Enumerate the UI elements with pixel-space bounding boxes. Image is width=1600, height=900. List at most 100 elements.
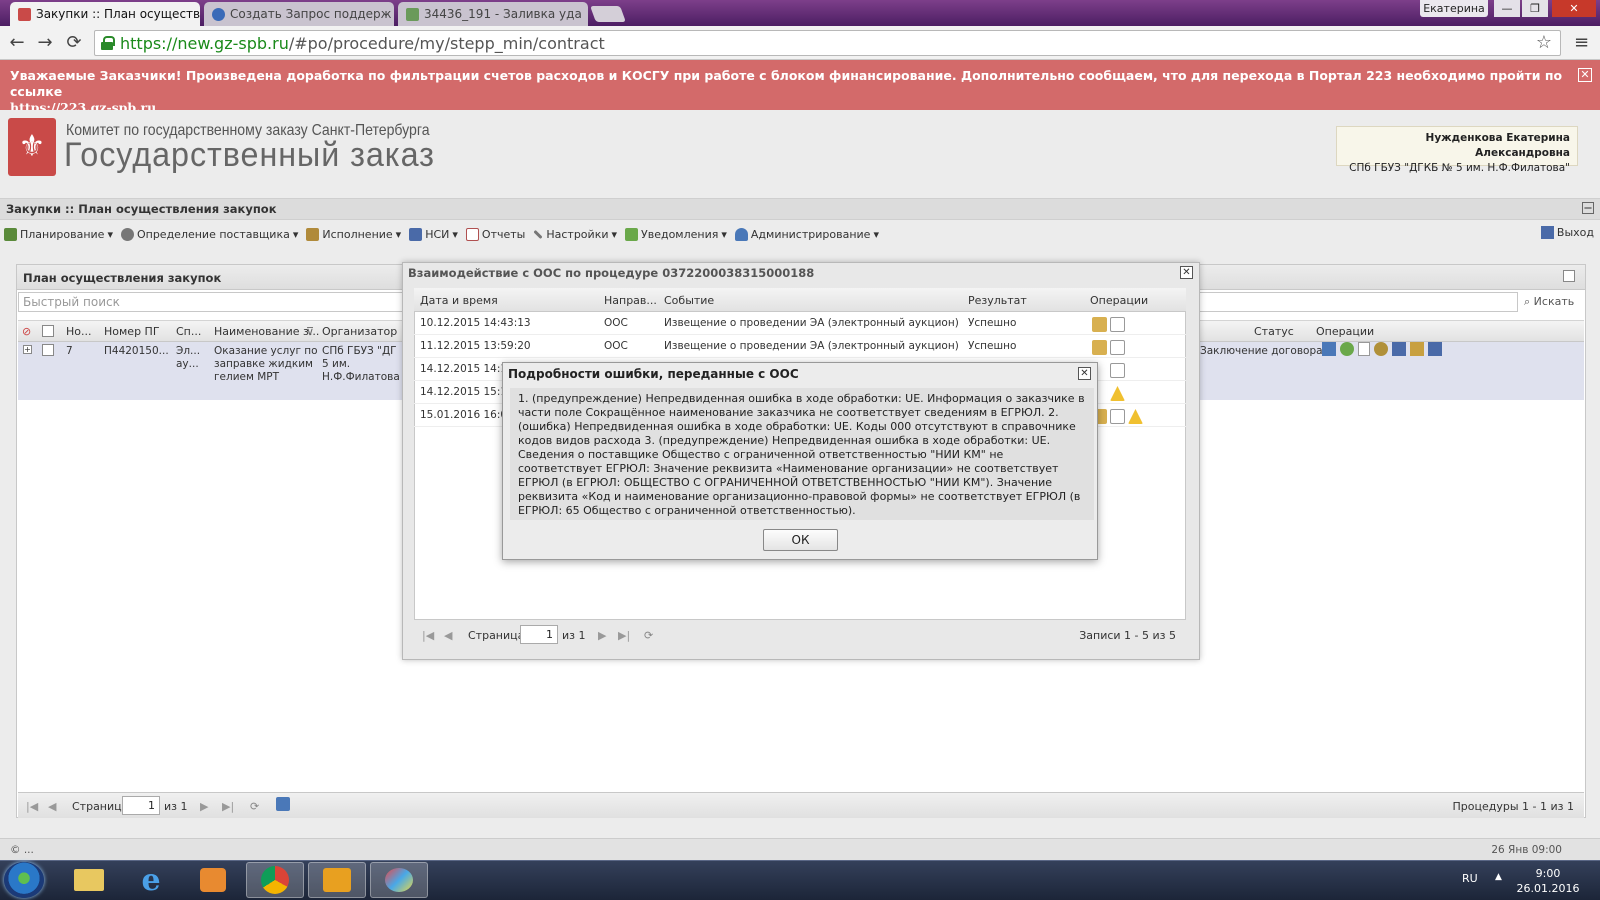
exit-icon — [1540, 226, 1554, 239]
paint-icon[interactable] — [370, 862, 428, 898]
col-num[interactable]: Но... — [66, 325, 92, 338]
notice-banner: Уважаемые Заказчики! Произведена доработ… — [0, 60, 1600, 115]
user-box[interactable]: Нужденкова Екатерина Александровна СПб Г… — [1336, 126, 1578, 174]
ok-button[interactable]: ОК — [763, 529, 838, 551]
error-dialog-close-button[interactable]: ✕ — [1078, 367, 1091, 380]
status-footer: © ... 26 Янв 09:00 — [0, 838, 1600, 860]
browser-tab-support[interactable]: Создать Запрос поддерж ✕ — [204, 2, 394, 26]
bookmark-star-icon[interactable]: ☆ — [1536, 32, 1552, 53]
menu-item-nsi[interactable]: НСИ ▾ — [409, 227, 458, 241]
footer-copyright: © ... — [10, 844, 34, 856]
col-organizer[interactable]: Организатор — [322, 325, 397, 338]
start-button[interactable] — [4, 862, 44, 898]
exit-button[interactable]: Выход — [1540, 226, 1594, 239]
back-button[interactable]: ← — [6, 33, 28, 53]
last-page-icon[interactable]: ▶| — [618, 629, 630, 642]
row-checkbox[interactable] — [42, 344, 54, 356]
ie-icon[interactable]: e — [122, 862, 180, 898]
col-pg-number[interactable]: Номер ПГ — [104, 325, 160, 338]
col-datetime[interactable]: Дата и время — [420, 294, 498, 307]
document-icon[interactable] — [1110, 340, 1125, 355]
chart-icon[interactable] — [1322, 342, 1336, 356]
document-icon[interactable] — [1110, 363, 1125, 378]
col-direction[interactable]: Направ... — [604, 294, 657, 307]
collapse-icon[interactable]: — — [1582, 202, 1594, 214]
browser-tab-task[interactable]: 34436_191 - Заливка уда ✕ — [398, 2, 588, 26]
columns-icon[interactable] — [1428, 342, 1442, 356]
next-page-icon[interactable]: ▶ — [200, 800, 208, 813]
minimize-button[interactable]: — — [1494, 0, 1520, 17]
window-close-button[interactable]: ✕ — [1552, 0, 1596, 17]
outlook-icon[interactable] — [308, 862, 366, 898]
explorer-icon[interactable] — [60, 862, 118, 898]
col-name[interactable]: Наименование з... — [214, 325, 319, 338]
col-operations[interactable]: Операции — [1316, 325, 1374, 338]
col-status[interactable]: Статус — [1254, 325, 1294, 338]
tab-title: Создать Запрос поддерж — [230, 7, 392, 21]
menu-item-settings[interactable]: Настройки ▾ — [533, 228, 617, 241]
forward-button[interactable]: → — [34, 33, 56, 53]
save-icon[interactable] — [276, 797, 290, 811]
menu-item-supplier[interactable]: Определение поставщика ▾ — [120, 227, 298, 241]
grid-icon[interactable] — [1392, 342, 1406, 356]
refresh-icon[interactable]: ⟳ — [250, 800, 259, 813]
search-button[interactable]: ⌕ Искать — [1524, 295, 1574, 309]
first-page-icon[interactable]: |◀ — [422, 629, 434, 642]
execution-icon — [306, 227, 320, 241]
document-icon[interactable] — [1358, 342, 1370, 356]
menu-item-notifications[interactable]: Уведомления ▾ — [625, 227, 727, 241]
package-icon[interactable] — [1092, 340, 1107, 355]
emblem-icon[interactable] — [1374, 342, 1388, 356]
tab-title: Закупки :: План осуществ — [36, 7, 200, 21]
next-page-icon[interactable]: ▶ — [598, 629, 606, 642]
warning-icon[interactable] — [1128, 409, 1143, 424]
page-input[interactable]: 1 — [520, 625, 558, 644]
notification-icon — [625, 227, 639, 241]
col-event[interactable]: Событие — [664, 294, 714, 307]
menu-item-admin[interactable]: Администрирование ▾ — [734, 227, 879, 241]
panel-refresh-icon[interactable] — [1563, 270, 1575, 282]
filter-clear-icon[interactable]: ⊘ — [22, 325, 31, 338]
chrome-icon[interactable] — [246, 862, 304, 898]
document-icon[interactable] — [1110, 317, 1125, 332]
col-method[interactable]: Сп... — [176, 325, 201, 338]
new-tab-button[interactable] — [590, 6, 626, 22]
page-input[interactable]: 1 — [122, 796, 160, 815]
prev-page-icon[interactable]: ◀ — [444, 629, 452, 642]
col-oos-operations[interactable]: Операции — [1090, 294, 1148, 307]
col-result[interactable]: Результат — [968, 294, 1027, 307]
language-indicator[interactable]: RU — [1462, 872, 1478, 885]
oos-dialog-close-button[interactable]: ✕ — [1180, 266, 1193, 279]
menu-item-planning[interactable]: Планирование ▾ — [4, 227, 113, 241]
scroll-icon[interactable] — [1410, 342, 1424, 356]
media-icon[interactable] — [184, 862, 242, 898]
error-details-text: 1. (предупреждение) Непредвиденная ошибк… — [510, 388, 1094, 520]
reload-button[interactable]: ⟳ — [63, 33, 85, 53]
system-clock[interactable]: 9:00 26.01.2016 — [1508, 866, 1588, 896]
browser-tab-zakupki[interactable]: Закупки :: План осуществ ✕ — [10, 2, 200, 26]
menu-item-reports[interactable]: Отчеты — [465, 227, 525, 241]
browser-menu-icon[interactable]: ≡ — [1574, 32, 1589, 53]
expand-icon[interactable]: + — [23, 345, 32, 354]
table-row[interactable]: 11.12.2015 13:59:20 ООС Извещение о пров… — [414, 335, 1186, 358]
package-icon[interactable] — [1092, 317, 1107, 332]
banner-close-button[interactable]: ✕ — [1578, 68, 1592, 82]
warning-icon[interactable] — [1110, 386, 1125, 401]
refresh-icon[interactable]: ⟳ — [644, 629, 653, 642]
table-row[interactable]: 10.12.2015 14:43:13 ООС Извещение о пров… — [414, 312, 1186, 335]
tray-expand-icon[interactable]: ▲ — [1495, 872, 1502, 882]
filter-icon[interactable]: ⊽ — [306, 325, 314, 338]
menu-item-execution[interactable]: Исполнение ▾ — [306, 227, 401, 241]
prev-page-icon[interactable]: ◀ — [48, 800, 56, 813]
url-text: https://new.gz-spb.ru/#po/procedure/my/s… — [120, 33, 605, 53]
recycle-icon[interactable] — [1340, 342, 1354, 356]
select-all-checkbox[interactable] — [42, 325, 54, 337]
address-bar[interactable]: https://new.gz-spb.ru/#po/procedure/my/s… — [94, 30, 1561, 56]
cell-name: Оказание услуг по заправке жидким гелием М… — [214, 345, 318, 383]
profile-badge[interactable]: Екатерина — [1420, 0, 1488, 17]
first-page-icon[interactable]: |◀ — [26, 800, 38, 813]
tab-close-icon[interactable]: ✕ — [587, 7, 588, 22]
last-page-icon[interactable]: ▶| — [222, 800, 234, 813]
maximize-button[interactable]: ❐ — [1522, 0, 1548, 17]
document-icon[interactable] — [1110, 409, 1125, 424]
